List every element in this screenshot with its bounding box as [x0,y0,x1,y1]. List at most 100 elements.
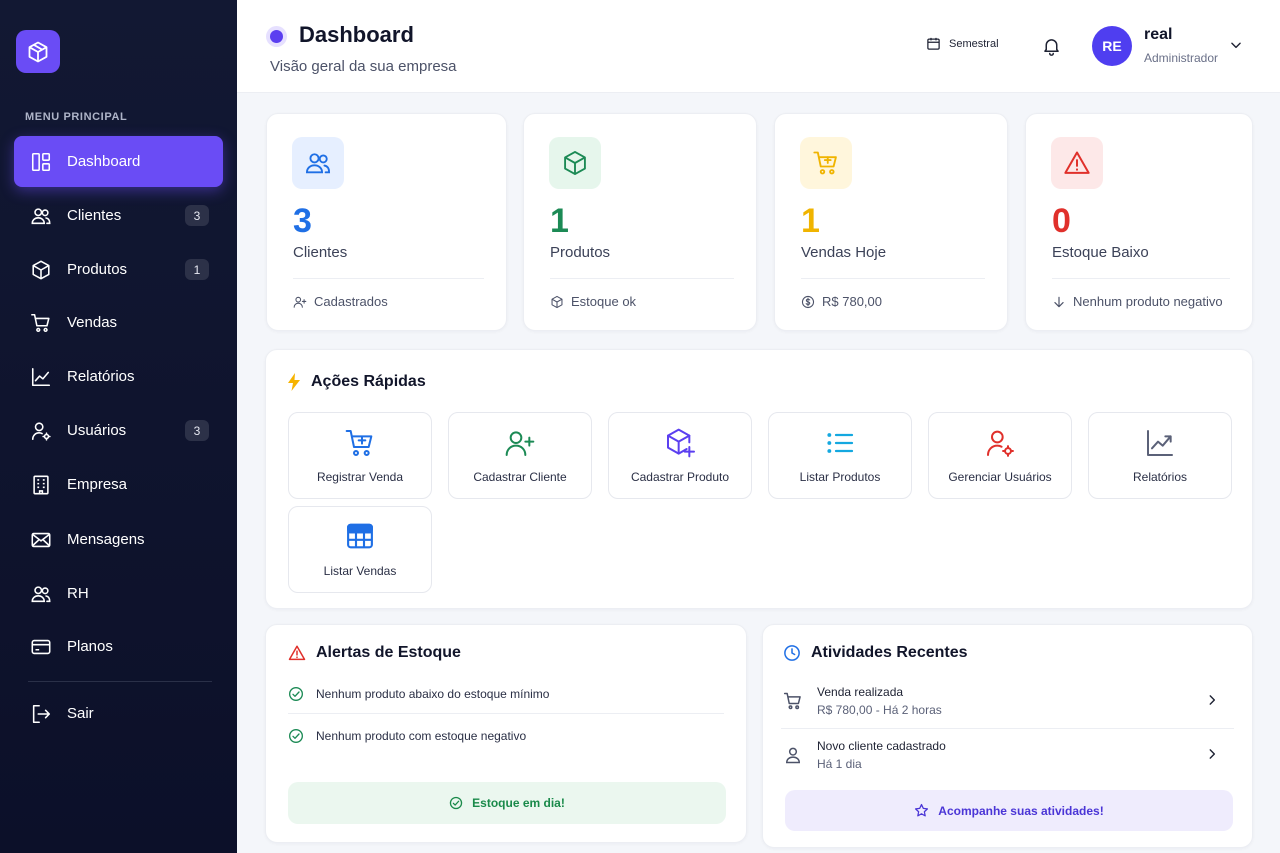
activity-title: Venda realizada [817,685,904,699]
user-name[interactable]: real [1144,26,1172,44]
sidebar-item-mensagens[interactable]: Mensagens [14,514,223,565]
menu-title: MENU PRINCIPAL [25,111,128,123]
star-icon [915,803,929,817]
sidebar-item-planos[interactable]: Planos [14,621,223,672]
divider [293,278,484,279]
stat-footer-text: Estoque ok [571,294,637,309]
stat-card-produtos[interactable]: 1 Produtos Estoque ok [523,113,757,331]
quick-action-listar-vendas[interactable]: Listar Vendas [288,506,432,593]
calendar-icon [927,37,940,50]
period-selector[interactable]: Semestral [926,36,999,51]
follow-activities-text: Acompanhe suas atividades! [938,803,1104,818]
user-menu-toggle[interactable] [1229,38,1243,57]
sidebar-item-label: Empresa [67,476,128,493]
quick-action-cadastrar-produto[interactable]: Cadastrar Produto [608,412,752,499]
top-header: Dashboard Visão geral da sua empresa Sem… [237,0,1280,93]
recent-activities-title: Atividades Recentes [783,644,968,662]
stock-status-text: Estoque em dia! [472,796,565,810]
cube-icon [551,295,563,308]
logout-button[interactable]: Sair [14,688,223,739]
users-icon [29,204,53,228]
stat-card-clientes[interactable]: 3 Clientes Cadastrados [266,113,507,331]
quick-action-listar-produtos[interactable]: Listar Produtos [768,412,912,499]
building-icon [29,473,53,497]
divider [781,728,1234,729]
sidebar-item-rh[interactable]: RH [14,568,223,619]
stat-label: Produtos [550,244,611,261]
warning-icon [1051,137,1103,189]
bell-icon [1044,39,1059,56]
stat-label: Estoque Baixo [1052,244,1149,261]
title-indicator-dot [270,30,283,43]
stat-footer: R$ 780,00 [801,294,882,309]
sidebar-item-produtos[interactable]: Produtos 1 [14,244,223,295]
quick-action-label: Relatórios [1132,470,1188,484]
alert-item: Nenhum produto abaixo do estoque mínimo [288,686,549,702]
cart-plus-icon [289,427,431,459]
list-icon [769,427,911,459]
stat-value: 0 [1052,202,1071,240]
user-plus-icon [449,427,591,459]
stat-card-vendas-hoje[interactable]: 1 Vendas Hoje R$ 780,00 [774,113,1008,331]
stat-footer-text: R$ 780,00 [822,294,882,309]
sidebar-item-dashboard[interactable]: Dashboard [14,136,223,187]
stat-value: 1 [801,202,820,240]
alert-text: Nenhum produto com estoque negativo [316,729,527,743]
stat-label: Vendas Hoje [801,244,887,261]
user-gear-icon [29,419,53,443]
count-badge: 1 [185,259,209,280]
quick-actions-title: Ações Rápidas [287,373,426,391]
logout-icon [29,702,53,726]
notifications-button[interactable] [1041,35,1062,62]
sidebar-item-clientes[interactable]: Clientes 3 [14,190,223,241]
chevron-right-icon [1209,749,1216,759]
quick-action-label: Registrar Venda [316,470,404,484]
quick-action-label: Gerenciar Usuários [948,470,1052,484]
users-icon [292,137,344,189]
chevron-down-icon [1231,42,1241,49]
section-title-text: Alertas de Estoque [316,644,461,661]
period-label: Semestral [949,37,999,50]
sidebar-item-label: Planos [67,638,113,655]
quick-action-label: Listar Produtos [799,470,881,484]
warning-icon [288,645,306,661]
activity-subtitle: Há 1 dia [817,757,862,771]
sidebar-item-label: Clientes [67,207,122,224]
avatar[interactable]: RE [1092,26,1132,66]
user-plus-icon [293,296,307,308]
trend-chart-icon [29,365,53,389]
stat-footer-text: Nenhum produto negativo [1073,294,1223,309]
app-logo[interactable] [16,30,60,73]
stat-value: 1 [550,202,569,240]
quick-action-cadastrar-cliente[interactable]: Cadastrar Cliente [448,412,592,499]
stock-status-banner: Estoque em dia! [288,782,726,824]
quick-action-label: Cadastrar Produto [630,470,730,484]
divider [550,278,734,279]
cart-icon [800,137,852,189]
sidebar-item-relatorios[interactable]: Relatórios [14,351,223,402]
cube-icon [29,258,53,282]
arrow-down-icon [1054,296,1064,307]
stat-card-estoque-baixo[interactable]: 0 Estoque Baixo Nenhum produto negativo [1025,113,1253,331]
quick-action-relatorios[interactable]: Relatórios [1088,412,1232,499]
activity-item[interactable]: Venda realizada R$ 780,00 - Há 2 horas [783,677,1235,727]
quick-action-gerenciar-usuarios[interactable]: Gerenciar Usuários [928,412,1072,499]
dollar-coin-icon [801,295,815,308]
cube-plus-icon [609,427,751,459]
page-title: Dashboard [299,22,414,47]
activity-item[interactable]: Novo cliente cadastrado Há 1 dia [783,731,1235,781]
sidebar-item-usuarios[interactable]: Usuários 3 [14,405,223,456]
follow-activities-button[interactable]: Acompanhe suas atividades! [785,790,1233,831]
sidebar-item-vendas[interactable]: Vendas [14,297,223,348]
quick-actions-panel: Ações Rápidas Registrar Venda Cadastrar … [265,349,1253,609]
quick-action-registrar-venda[interactable]: Registrar Venda [288,412,432,499]
count-badge: 3 [185,420,209,441]
activity-subtitle: R$ 780,00 - Há 2 horas [817,703,942,717]
sidebar-item-empresa[interactable]: Empresa [14,459,223,510]
quick-action-label: Listar Vendas [323,564,397,578]
trend-chart-icon [1089,427,1231,459]
users-icon [29,582,53,606]
cart-icon [783,692,801,710]
check-circle-icon [289,729,303,743]
count-badge: 3 [185,205,209,226]
